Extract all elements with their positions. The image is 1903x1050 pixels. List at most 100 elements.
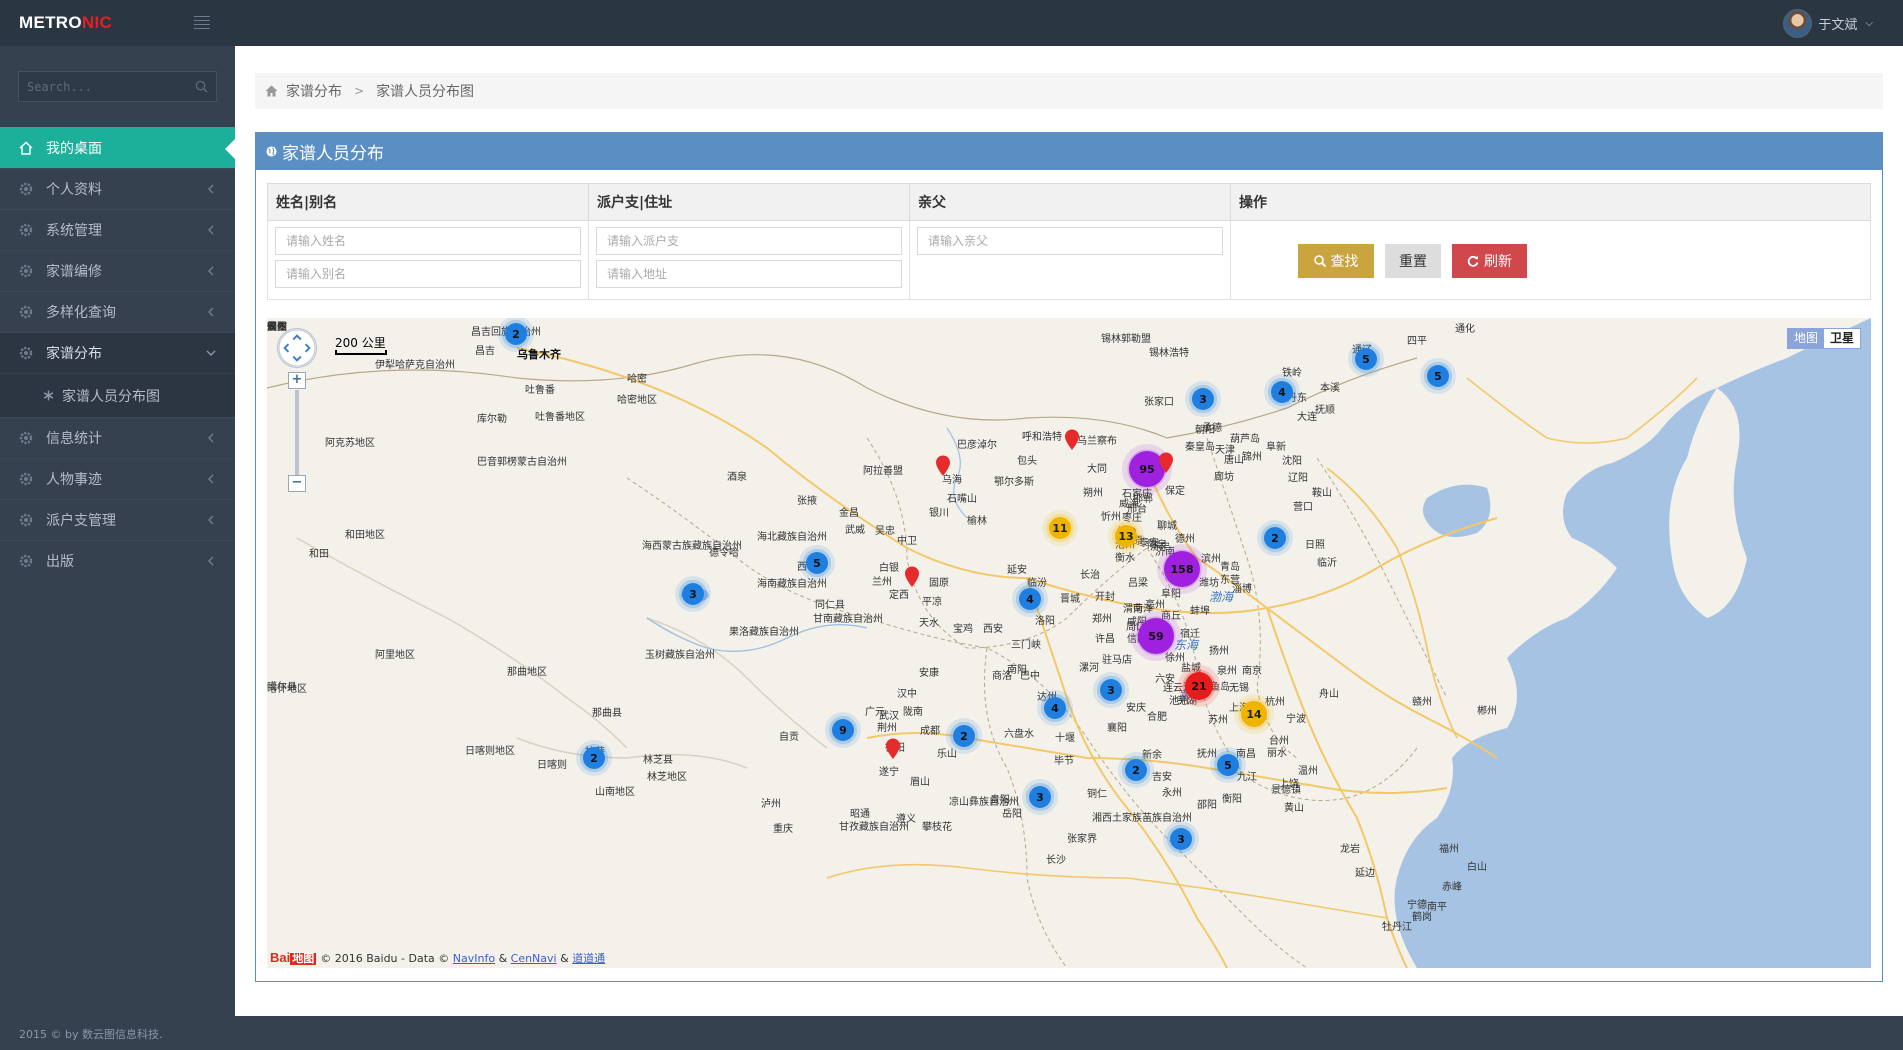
find-button[interactable]: 查找 [1298, 244, 1374, 278]
alias-input[interactable] [275, 260, 581, 288]
refresh-button[interactable]: 刷新 [1452, 244, 1527, 278]
map-cluster-marker[interactable]: 14 [1234, 694, 1274, 734]
sidebar-item-desktop[interactable]: 我的桌面 [0, 127, 236, 168]
globe-icon [266, 146, 277, 157]
map-cluster-marker[interactable]: 3 [1093, 672, 1129, 708]
search-input[interactable] [19, 72, 189, 101]
zoom-in-button[interactable]: + [288, 372, 306, 389]
map-marker-icon[interactable] [1158, 452, 1174, 474]
map-place-label: 六盘水 [1004, 729, 1034, 740]
sidebar-item-system[interactable]: 系统管理 [0, 209, 235, 250]
map-type-toggle[interactable]: 地图 卫星 [1786, 328, 1861, 349]
map-cluster-count: 4 [1019, 588, 1041, 610]
map-cluster-marker[interactable]: 4 [1037, 690, 1073, 726]
map-marker-icon[interactable] [935, 455, 951, 477]
map-cluster-marker[interactable]: 5 [1348, 341, 1384, 377]
name-input[interactable] [275, 227, 581, 255]
map-cluster-marker[interactable]: 5 [1420, 358, 1456, 394]
pan-arrows-icon[interactable] [277, 328, 317, 368]
chevron-down-icon [206, 350, 216, 356]
map-cluster-marker[interactable]: 5 [799, 545, 835, 581]
map-marker-icon[interactable] [904, 566, 920, 588]
map-cluster-count: 59 [1138, 618, 1174, 654]
user-menu[interactable]: 于文斌 ⌵ [1783, 8, 1873, 38]
map-cluster-marker[interactable]: 59 [1131, 611, 1181, 661]
map-place-label: 张家界 [1067, 834, 1097, 845]
map-cluster-marker[interactable]: 3 [1185, 381, 1221, 417]
map-place-label: 扬州 [1209, 646, 1229, 657]
cennavi-link[interactable]: CenNavi [511, 952, 557, 965]
map-cluster-count: 3 [1192, 388, 1214, 410]
map-cluster-marker[interactable]: 5 [1210, 747, 1246, 783]
refresh-label: 刷新 [1484, 254, 1512, 270]
sidebar-item-query[interactable]: 多样化查询 [0, 291, 235, 332]
zoom-out-button[interactable]: − [288, 475, 306, 492]
sidebar-item-profile[interactable]: 个人资料 [0, 168, 235, 209]
map-place-label: 毕节 [1054, 756, 1074, 767]
map-place-label: 泸州 [761, 799, 781, 810]
user-name: 于文斌 [1818, 17, 1858, 33]
app-logo[interactable]: METRONIC [19, 13, 112, 33]
sidebar-item-genealogy-edit[interactable]: 家谱编修 [0, 250, 235, 291]
sidebar-item-statistics[interactable]: 信息统计 [0, 417, 235, 458]
menu-toggle-icon[interactable] [194, 16, 210, 29]
sidebar: 我的桌面 个人资料 系统管理 家谱编修 多样化查询 家谱分布 [0, 46, 236, 1016]
zoom-slider-track[interactable] [295, 390, 299, 488]
address-input[interactable] [596, 260, 902, 288]
branch-input[interactable] [596, 227, 902, 255]
map-marker-icon[interactable] [885, 738, 901, 760]
navinfo-link[interactable]: NavInfo [453, 952, 495, 965]
map-place-label: 许昌 [1095, 634, 1115, 645]
map-place-label: 长治 [1080, 570, 1100, 581]
daodao-link[interactable]: 道道通 [572, 950, 605, 966]
map-type-map[interactable]: 地图 [1787, 329, 1824, 348]
map-cluster-marker[interactable]: 4 [1012, 581, 1048, 617]
map-cluster-marker[interactable]: 3 [1022, 779, 1058, 815]
map-cluster-marker[interactable]: 2 [946, 718, 982, 754]
map-place-label: 贵阳 [990, 795, 1010, 806]
map-place-label: 南平 [1427, 902, 1447, 913]
map-cluster-marker[interactable]: 2 [576, 740, 612, 776]
portlet-title-text: 家谱人员分布 [282, 144, 384, 164]
father-input[interactable] [917, 227, 1223, 255]
map-marker-icon[interactable] [1064, 429, 1080, 451]
chevron-left-icon [208, 184, 214, 194]
map-place-label: 上饶 [1279, 779, 1299, 790]
baidu-map[interactable]: 地图 卫星 + − 200 公里 乌鲁木齐昌吉回族自治州昌吉伊犁哈萨克自治州吐鲁… [267, 318, 1871, 968]
map-place-label: 襄阳 [1107, 723, 1127, 734]
map-cluster-marker[interactable]: 4 [1264, 374, 1300, 410]
map-cluster-marker[interactable]: 3 [675, 576, 711, 612]
reset-button[interactable]: 重置 [1385, 244, 1441, 278]
map-place-label: 陇南 [903, 707, 923, 718]
map-place-label: 酒泉 [727, 472, 747, 483]
breadcrumb-current[interactable]: 家谱人员分布图 [376, 81, 474, 101]
map-cluster-marker[interactable]: 2 [1118, 752, 1154, 788]
map-place-label: 武汉 [879, 711, 899, 722]
map-place-label: 那曲地区 [507, 667, 547, 678]
search-icon[interactable] [195, 80, 208, 93]
map-cluster-marker[interactable]: 158 [1157, 544, 1207, 594]
map-type-satellite[interactable]: 卫星 [1824, 329, 1860, 348]
map-cluster-marker[interactable]: 21 [1178, 665, 1220, 707]
map-cluster-marker[interactable]: 3 [1163, 821, 1199, 857]
sidebar-item-branches[interactable]: 派户支管理 [0, 499, 235, 540]
map-cluster-marker[interactable]: 11 [1042, 510, 1078, 546]
map-place-label: 通化 [1455, 324, 1475, 335]
sidebar-item-biographies[interactable]: 人物事迹 [0, 458, 235, 499]
map-place-label: 朔州 [1083, 488, 1103, 499]
map-place-label: 海北藏族自治州 [757, 532, 827, 543]
map-place-label: 巴中 [1020, 671, 1040, 682]
map-cluster-marker[interactable]: 2 [1257, 520, 1293, 556]
map-place-label: 廊坊 [1214, 472, 1234, 483]
map-place-label: 漯河 [1079, 663, 1099, 674]
sidebar-item-label: 我的桌面 [46, 141, 102, 157]
sidebar-item-distribution[interactable]: 家谱分布 [0, 332, 235, 373]
map-place-label: 榆林 [967, 516, 987, 527]
map-cluster-marker[interactable]: 13 [1108, 518, 1144, 554]
map-cluster-marker[interactable]: 9 [825, 712, 861, 748]
search-icon [1313, 255, 1326, 267]
breadcrumb-link[interactable]: 家谱分布 [286, 81, 342, 101]
map-place-label: 鞍山 [1312, 488, 1332, 499]
sidebar-subitem-distribution-map[interactable]: 家谱人员分布图 [0, 373, 235, 417]
sidebar-item-publish[interactable]: 出版 [0, 540, 235, 581]
